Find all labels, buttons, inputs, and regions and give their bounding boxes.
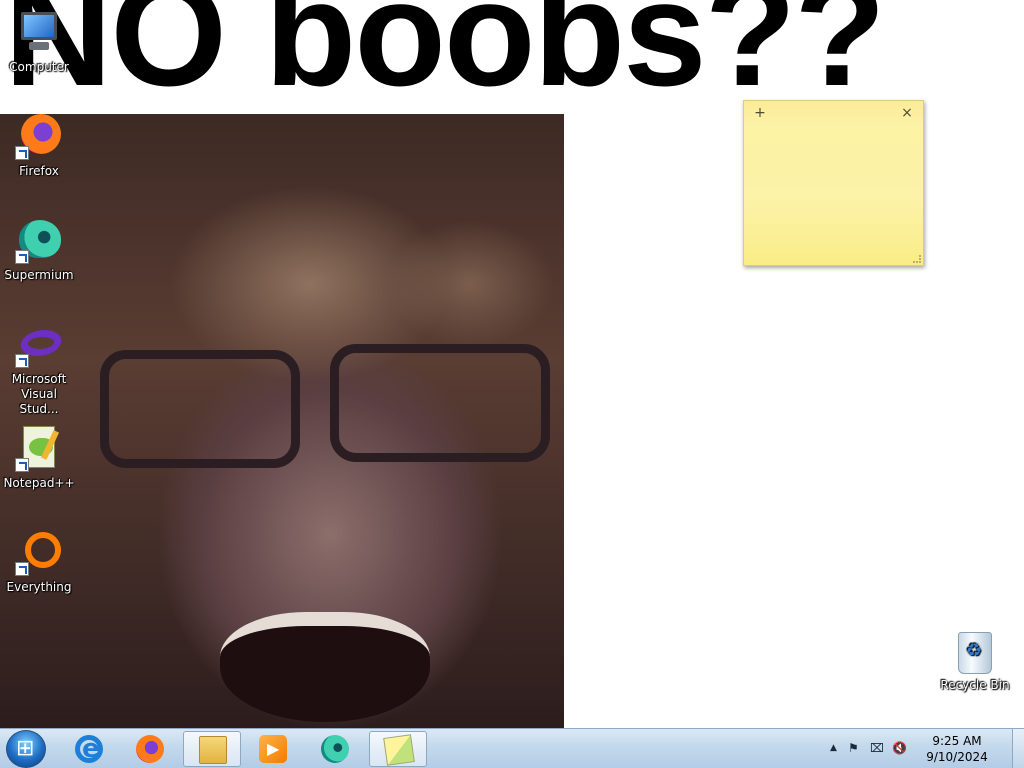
resize-grip-icon[interactable]: [913, 255, 921, 263]
desktop-icon-notepad-plus-plus[interactable]: Notepad++: [0, 424, 78, 491]
shortcut-arrow-icon: [15, 562, 29, 576]
network-icon[interactable]: ⌧: [870, 741, 884, 755]
folder-icon: [199, 736, 227, 764]
taskbar-firefox[interactable]: [121, 731, 179, 767]
add-note-button[interactable]: +: [752, 105, 768, 121]
glasses-right-lens: [330, 344, 550, 462]
desktop-icon-label: Recycle Bin: [940, 678, 1010, 692]
taskbar-sticky-notes[interactable]: [369, 731, 427, 767]
action-center-flag-icon[interactable]: ⚑: [848, 741, 859, 755]
volume-muted-icon[interactable]: 🔇: [892, 741, 907, 755]
supermium-icon: [15, 216, 63, 264]
show-desktop-button[interactable]: [1012, 729, 1024, 768]
desktop-icon-label: Everything: [6, 580, 72, 594]
wallpaper-caption: NO boobs??: [4, 0, 886, 117]
desktop-icon-label: Microsoft Visual Stud...: [11, 372, 67, 416]
internet-explorer-icon: [75, 734, 103, 764]
clock-date: 9/10/2024: [926, 750, 988, 764]
desktop-icon-label: Supermium: [4, 268, 74, 282]
recycle-bin-icon: [958, 632, 992, 674]
taskbar: ▲ ⚑ ⌧ 🔇 9:25 AM 9/10/2024: [0, 728, 1024, 768]
sticky-notes-icon: [383, 734, 415, 766]
computer-icon: [15, 8, 63, 56]
shortcut-arrow-icon: [15, 354, 29, 368]
wallpaper-photo: [0, 114, 564, 728]
everything-icon: [15, 528, 63, 576]
taskbar-media-player[interactable]: [244, 731, 302, 767]
taskbar-windows-explorer[interactable]: [183, 731, 241, 767]
clock-time: 9:25 AM: [932, 734, 982, 748]
visual-studio-icon: [15, 320, 65, 368]
firefox-icon: [15, 112, 63, 160]
notepad-plus-plus-icon: [15, 424, 63, 472]
shortcut-arrow-icon: [15, 458, 29, 472]
sticky-note-body[interactable]: [744, 127, 923, 257]
start-button[interactable]: [6, 730, 46, 768]
shortcut-arrow-icon: [15, 146, 29, 160]
system-tray: ▲ ⚑ ⌧ 🔇 9:25 AM 9/10/2024: [824, 729, 1014, 768]
desktop-icon-label: Firefox: [19, 164, 59, 178]
clock[interactable]: 9:25 AM 9/10/2024: [922, 733, 992, 765]
shortcut-arrow-icon: [15, 250, 29, 264]
desktop-icon-label: Computer: [9, 60, 69, 74]
desktop-icon-supermium[interactable]: Supermium: [0, 216, 78, 283]
sticky-note-titlebar[interactable]: + ×: [744, 101, 923, 127]
close-note-button[interactable]: ×: [899, 105, 915, 121]
media-player-icon: [259, 735, 287, 763]
desktop-icon-recycle-bin[interactable]: Recycle Bin: [936, 632, 1014, 693]
glasses-left-lens: [100, 350, 300, 468]
desktop-icon-everything[interactable]: Everything: [0, 528, 78, 595]
taskbar-internet-explorer[interactable]: [60, 731, 118, 767]
desktop-icon-visual-studio[interactable]: Microsoft Visual Stud...: [0, 320, 78, 417]
desktop-icon-label: Notepad++: [3, 476, 75, 490]
show-hidden-icons-button[interactable]: ▲: [830, 743, 837, 753]
taskbar-supermium[interactable]: [306, 731, 364, 767]
photo-mouth: [220, 612, 430, 722]
sticky-note[interactable]: + ×: [743, 100, 924, 266]
desktop-icon-computer[interactable]: Computer: [0, 8, 78, 75]
desktop-icon-firefox[interactable]: Firefox: [0, 112, 78, 179]
supermium-icon: [321, 735, 349, 763]
firefox-icon: [136, 735, 164, 763]
